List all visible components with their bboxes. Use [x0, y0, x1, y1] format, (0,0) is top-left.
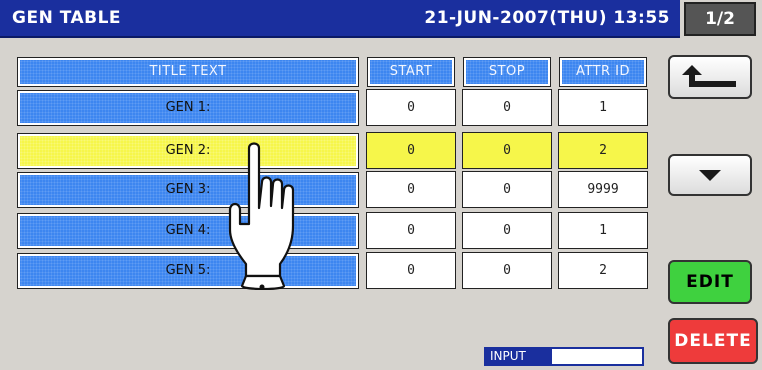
row-1-attr[interactable]: 1: [558, 89, 648, 126]
row-4-start[interactable]: 0: [366, 212, 456, 249]
column-header-title-text: TITLE TEXT: [17, 57, 359, 87]
row-3-start[interactable]: 0: [366, 171, 456, 208]
column-header-stop: STOP: [463, 57, 551, 87]
column-header-attr-id: ATTR ID: [559, 57, 647, 87]
header-bar: GEN TABLE 21-JUN-2007(THU) 13:55: [0, 0, 680, 38]
row-3-stop[interactable]: 0: [462, 171, 552, 208]
row-4-attr[interactable]: 1: [558, 212, 648, 249]
row-4-stop[interactable]: 0: [462, 212, 552, 249]
row-2-stop[interactable]: 0: [462, 132, 552, 169]
page-indicator: 1/2: [684, 2, 756, 36]
row-2-start[interactable]: 0: [366, 132, 456, 169]
edit-button[interactable]: EDIT: [668, 260, 752, 304]
row-5-start[interactable]: 0: [366, 252, 456, 289]
scroll-down-button[interactable]: [668, 154, 752, 196]
datetime-display: 21-JUN-2007(THU) 13:55: [424, 8, 670, 28]
column-header-start: START: [367, 57, 455, 87]
row-3-attr[interactable]: 9999: [558, 171, 648, 208]
input-label: INPUT: [486, 349, 552, 364]
touch-hand-icon: [228, 142, 295, 290]
delete-button[interactable]: DELETE: [668, 318, 758, 364]
row-5-stop[interactable]: 0: [462, 252, 552, 289]
return-arrow-icon: [682, 65, 736, 87]
back-button[interactable]: [668, 55, 752, 99]
input-field[interactable]: INPUT: [484, 347, 644, 366]
row-1-stop[interactable]: 0: [462, 89, 552, 126]
row-label-gen-1[interactable]: GEN 1:: [17, 90, 359, 126]
row-1-start[interactable]: 0: [366, 89, 456, 126]
page-title: GEN TABLE: [12, 8, 122, 28]
gen-table-screen: GEN TABLE 21-JUN-2007(THU) 13:55 1/2 TIT…: [0, 0, 762, 370]
triangle-down-icon: [699, 170, 721, 181]
row-5-attr[interactable]: 2: [558, 252, 648, 289]
row-2-attr[interactable]: 2: [558, 132, 648, 169]
